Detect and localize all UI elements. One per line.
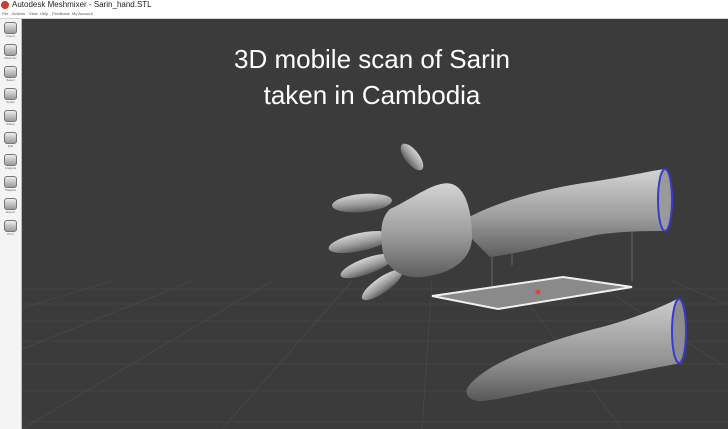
window-title: Autodesk Meshmixer - Sarin_hand.STL bbox=[12, 0, 152, 10]
tool-import-button[interactable]: Import bbox=[2, 22, 19, 43]
print-icon bbox=[4, 220, 17, 232]
pivot-point-icon[interactable] bbox=[535, 289, 541, 295]
select-icon bbox=[4, 66, 17, 78]
tool-print-button[interactable]: Print bbox=[2, 220, 19, 241]
tool-meshmix-button[interactable]: Meshmix bbox=[2, 44, 19, 65]
analysis-icon bbox=[4, 154, 17, 166]
menu-actions[interactable]: Actions bbox=[12, 10, 25, 18]
caption-line-1: 3D mobile scan of Sarin bbox=[233, 44, 511, 74]
title-separator: - bbox=[86, 0, 94, 9]
tool-select-button[interactable]: Select bbox=[2, 66, 19, 87]
tool-analysis-button[interactable]: Analysis bbox=[2, 154, 19, 175]
video-caption: 3D mobile scan of Sarin taken in Cambodi… bbox=[182, 41, 562, 113]
tool-shaders-button[interactable]: Shaders bbox=[2, 176, 19, 197]
menu-feedback[interactable]: Feedback bbox=[52, 10, 70, 18]
tool-edit-button[interactable]: Edit bbox=[2, 132, 19, 153]
menu-bar: File Actions View Help Feedback My Accou… bbox=[0, 10, 728, 19]
stamp-icon bbox=[4, 110, 17, 122]
app-logo-icon bbox=[1, 1, 9, 9]
sculpt-icon bbox=[4, 88, 17, 100]
meshmix-icon bbox=[4, 44, 17, 56]
caption-line-2: taken in Cambodia bbox=[263, 80, 481, 110]
tool-sidebar: Import Meshmix Select Sculpt Stamp Edit … bbox=[0, 19, 22, 429]
edit-icon bbox=[4, 132, 17, 144]
menu-help[interactable]: Help bbox=[40, 10, 48, 18]
import-icon bbox=[4, 22, 17, 34]
file-name: Sarin_hand.STL bbox=[93, 0, 152, 9]
lower-forearm-mesh[interactable] bbox=[466, 298, 687, 402]
export-icon bbox=[4, 198, 17, 210]
upper-hand-mesh[interactable] bbox=[327, 140, 673, 305]
menu-file[interactable]: File bbox=[2, 10, 8, 18]
menu-view[interactable]: View bbox=[29, 10, 38, 18]
shaders-icon bbox=[4, 176, 17, 188]
menu-my-account[interactable]: My Account bbox=[72, 10, 93, 18]
3d-viewport[interactable]: 3D mobile scan of Sarin taken in Cambodi… bbox=[22, 19, 728, 429]
tool-sculpt-button[interactable]: Sculpt bbox=[2, 88, 19, 109]
tool-stamp-button[interactable]: Stamp bbox=[2, 110, 19, 131]
app-name: Autodesk Meshmixer bbox=[12, 0, 87, 9]
tool-export-button[interactable]: Export bbox=[2, 198, 19, 219]
